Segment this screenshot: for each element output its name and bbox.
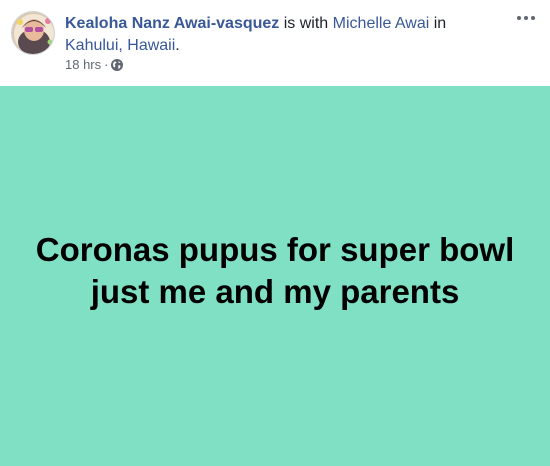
avatar[interactable] (11, 11, 55, 55)
in-text: in (433, 15, 447, 32)
more-options-icon (517, 16, 535, 20)
period-text: . (175, 37, 180, 54)
with-text: is with (283, 15, 329, 32)
post-header-text: Kealoha Nanz Awai-vasquez is with Michel… (65, 13, 505, 57)
tagged-person-link[interactable]: Michelle Awai (333, 15, 430, 32)
location-link[interactable]: Kahului, Hawaii (65, 37, 175, 54)
timestamp-link[interactable]: 18 hrs (65, 57, 101, 73)
post-meta: 18 hrs · (65, 57, 124, 73)
post-header: Kealoha Nanz Awai-vasquez is with Michel… (0, 0, 550, 86)
author-name-link[interactable]: Kealoha Nanz Awai-vasquez (65, 15, 279, 32)
post-text-line-1: Coronas pupus for super bowl (35, 231, 515, 268)
avatar-image (12, 12, 54, 54)
globe-icon[interactable] (111, 59, 124, 71)
post-text-line-2: just me and my parents (90, 273, 460, 310)
post-status-text: Coronas pupus for super bowl just me and… (25, 229, 525, 313)
more-options-button[interactable] (514, 8, 538, 28)
post-body: Coronas pupus for super bowl just me and… (0, 86, 550, 466)
meta-separator: · (104, 57, 109, 72)
